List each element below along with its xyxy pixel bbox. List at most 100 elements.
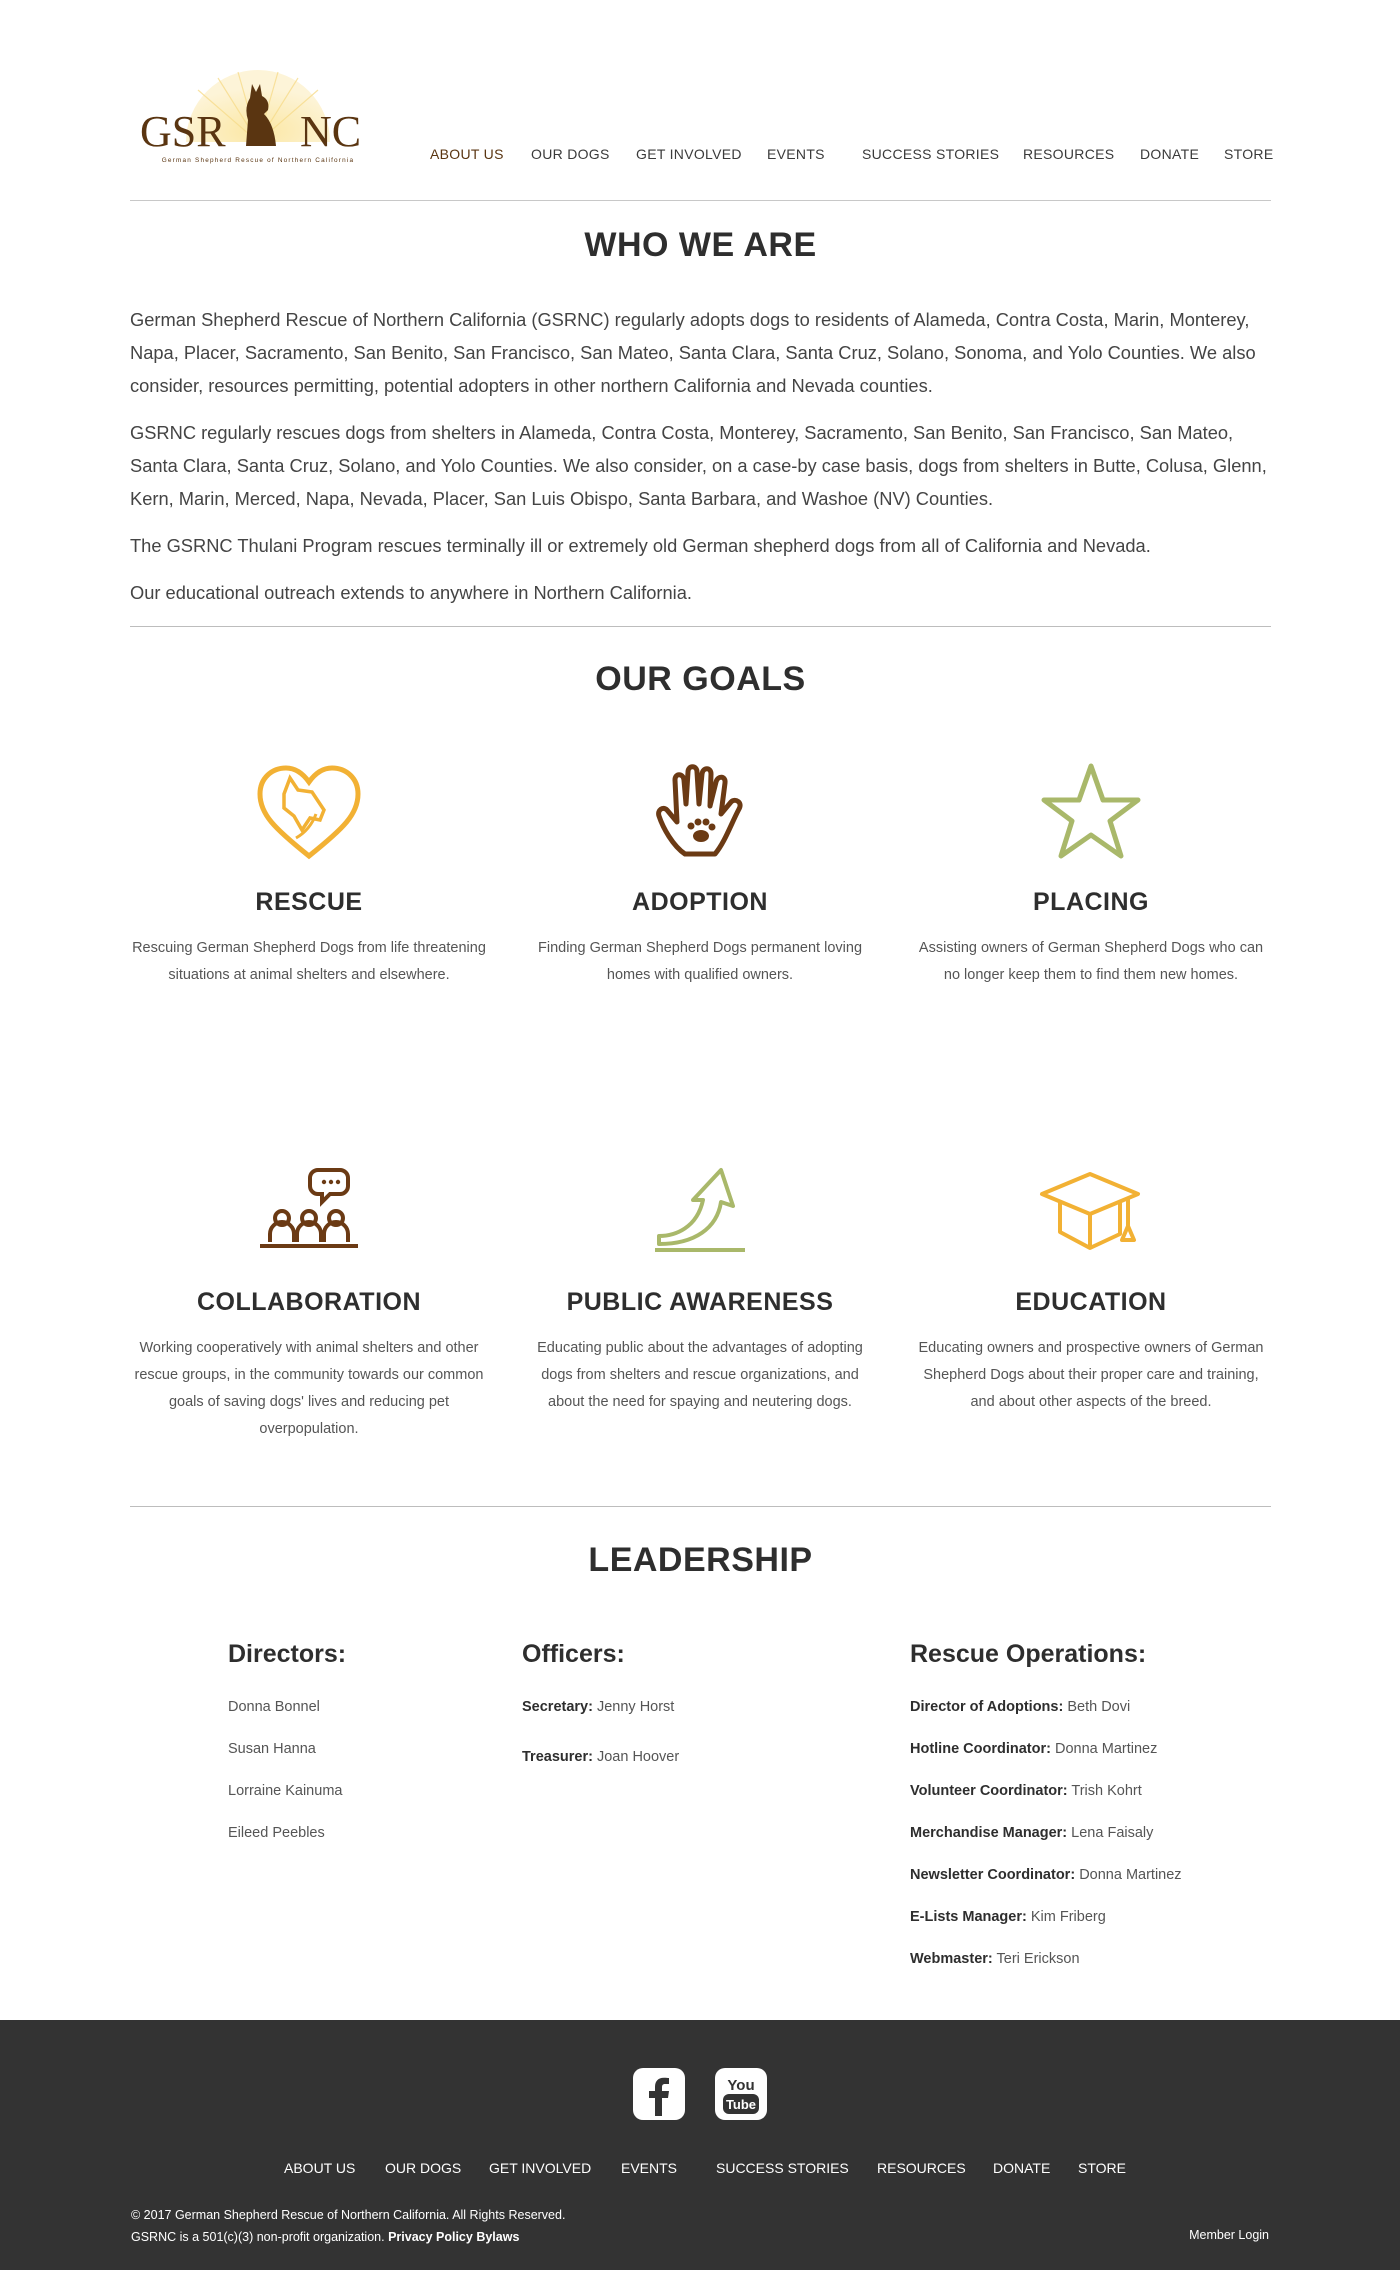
goal-rescue: RESCUE Rescuing German Shepherd Dogs fro… (131, 758, 487, 989)
footer-nav-about-us[interactable]: ABOUT US (284, 2160, 355, 2176)
graduation-cap-icon (1040, 1172, 1140, 1250)
main-nav: ABOUT US OUR DOGS GET INVOLVED EVENTS SU… (130, 146, 1273, 166)
nav-events[interactable]: EVENTS (767, 146, 825, 162)
officer-role: Secretary: (522, 1699, 593, 1715)
goal-placing: PLACING Assisting owners of German Sheph… (913, 758, 1269, 989)
rescue-ops-name: Donna Martinez (1055, 1741, 1158, 1757)
goal-title: COLLABORATION (196, 1288, 422, 1316)
bylaws-link[interactable]: Bylaws (476, 2230, 519, 2244)
director-name: Eileed Peebles (228, 1825, 325, 1841)
officer-row: Treasurer: Joan Hoover (522, 1747, 862, 1789)
rescue-ops-role: Webmaster: (910, 1951, 993, 1967)
rescue-ops-name: Teri Erickson (996, 1951, 1080, 1967)
youtube-top-text: You (727, 2077, 754, 2094)
officer-row: Secretary: Jenny Horst (522, 1697, 862, 1747)
rescue-ops-name: Lena Faisaly (1071, 1825, 1154, 1841)
member-login-link[interactable]: Member Login (1189, 2228, 1269, 2242)
section-divider (130, 1506, 1271, 1507)
goal-title: PLACING (1033, 888, 1149, 916)
section-divider (130, 626, 1271, 627)
rescue-ops-row: E-Lists Manager: Kim Friberg (910, 1907, 1270, 1949)
rescue-ops-row: Newsletter Coordinator: Donna Martinez (910, 1865, 1270, 1907)
youtube-icon[interactable]: You Tube (715, 2068, 767, 2120)
officer-name: Jenny Horst (596, 1699, 675, 1715)
footer-nav-success-stories[interactable]: SUCCESS STORIES (716, 2160, 849, 2176)
goal-title: RESCUE (255, 888, 363, 916)
director-name: Susan Hanna (228, 1741, 316, 1757)
rescue-ops-role: Director of Adoptions: (910, 1699, 1064, 1715)
site-header: GSR NC German Shepherd Rescue of Norther… (130, 0, 1273, 201)
footer-nav-donate[interactable]: DONATE (993, 2160, 1050, 2176)
nav-get-involved[interactable]: GET INVOLVED (636, 146, 742, 162)
officer-role: Treasurer: (522, 1749, 593, 1765)
footer-nav-get-involved[interactable]: GET INVOLVED (489, 2160, 591, 2176)
nonprofit-line: GSRNC is a 501(c)(3) non-profit organiza… (131, 2230, 519, 2244)
officers-column: Officers: Secretary: Jenny Horst Treasur… (522, 1640, 862, 1789)
footer-nav-store[interactable]: STORE (1078, 2160, 1126, 2176)
goal-description: Working cooperatively with animal shelte… (134, 1340, 484, 1437)
goal-title: PUBLIC AWARENESS (566, 1288, 834, 1316)
director-name: Donna Bonnel (228, 1699, 320, 1715)
copyright-text: © 2017 German Shepherd Rescue of Norther… (131, 2208, 566, 2222)
hand-paw-icon (656, 764, 743, 857)
goal-title: ADOPTION (632, 888, 768, 916)
footer-nav-our-dogs[interactable]: OUR DOGS (385, 2160, 461, 2176)
nav-our-dogs[interactable]: OUR DOGS (531, 146, 610, 162)
nav-donate[interactable]: DONATE (1140, 146, 1199, 162)
heart-dog-icon (257, 765, 361, 860)
rescue-ops-name: Donna Martinez (1079, 1867, 1182, 1883)
footer-nav-events[interactable]: EVENTS (621, 2160, 677, 2176)
officers-heading: Officers: (522, 1640, 625, 1668)
rescue-operations-column: Rescue Operations: Director of Adoptions… (910, 1640, 1270, 1991)
who-we-are-paragraph-3: The GSRNC Thulani Program rescues termin… (130, 535, 1151, 556)
goal-description: Finding German Shepherd Dogs permanent l… (537, 940, 863, 983)
directors-column: Directors: Donna Bonnel Susan Hanna Lorr… (228, 1640, 478, 1865)
leadership-title: LEADERSHIP (588, 1541, 813, 1579)
who-we-are-title: WHO WE ARE (584, 226, 817, 264)
rescue-ops-role: Volunteer Coordinator: (910, 1783, 1068, 1799)
nonprofit-text: GSRNC is a 501(c)(3) non-profit organiza… (131, 2230, 385, 2244)
rescue-ops-row: Webmaster: Teri Erickson (910, 1949, 1270, 1991)
footer-nav: ABOUT US OUR DOGS GET INVOLVED EVENTS SU… (0, 2160, 1400, 2180)
goal-description: Educating public about the advantages of… (537, 1340, 863, 1410)
goal-collaboration: COLLABORATION Working cooperatively with… (131, 1158, 487, 1443)
footer-nav-resources[interactable]: RESOURCES (877, 2160, 966, 2176)
nav-about-us[interactable]: ABOUT US (430, 146, 504, 162)
who-we-are-paragraph-4: Our educational outreach extends to anyw… (130, 582, 692, 603)
goal-description: Rescuing German Shepherd Dogs from life … (132, 940, 486, 983)
our-goals-title: OUR GOALS (595, 660, 806, 698)
privacy-policy-link[interactable]: Privacy Policy (388, 2230, 473, 2244)
site-footer: You Tube ABOUT US OUR DOGS GET INVOLVED … (0, 2020, 1400, 2270)
rescue-ops-role: Newsletter Coordinator: (910, 1867, 1076, 1883)
rescue-ops-name: Beth Dovi (1067, 1699, 1131, 1715)
rescue-ops-row: Director of Adoptions: Beth Dovi (910, 1697, 1270, 1739)
who-we-are-paragraph-2: GSRNC regularly rescues dogs from shelte… (130, 422, 1267, 509)
officer-name: Joan Hoover (596, 1749, 680, 1765)
rescue-ops-row: Merchandise Manager: Lena Faisaly (910, 1823, 1270, 1865)
director-name: Lorraine Kainuma (228, 1783, 343, 1799)
rescue-ops-row: Volunteer Coordinator: Trish Kohrt (910, 1781, 1270, 1823)
arrow-up-icon (655, 1168, 745, 1252)
goal-public-awareness: PUBLIC AWARENESS Educating public about … (522, 1158, 878, 1416)
nav-resources[interactable]: RESOURCES (1023, 146, 1114, 162)
nav-store[interactable]: STORE (1224, 146, 1273, 162)
youtube-bottom-text: Tube (726, 2097, 756, 2112)
people-chat-icon (260, 1168, 358, 1248)
rescue-ops-role: E-Lists Manager: (910, 1909, 1027, 1925)
goal-adoption: ADOPTION Finding German Shepherd Dogs pe… (522, 758, 878, 989)
who-we-are-paragraph-1: German Shepherd Rescue of Northern Calif… (130, 309, 1256, 396)
rescue-ops-name: Kim Friberg (1030, 1909, 1106, 1925)
rescue-ops-role: Hotline Coordinator: (910, 1741, 1051, 1757)
facebook-glyph (649, 2077, 669, 2116)
nav-success-stories[interactable]: SUCCESS STORIES (862, 146, 999, 162)
goal-title: EDUCATION (1015, 1288, 1167, 1316)
facebook-icon[interactable] (633, 2068, 685, 2120)
rescue-ops-name: Trish Kohrt (1071, 1783, 1142, 1799)
goal-education: EDUCATION Educating owners and prospecti… (913, 1158, 1269, 1416)
rescue-ops-role: Merchandise Manager: (910, 1825, 1068, 1841)
goal-description: Educating owners and prospective owners … (918, 1340, 1264, 1410)
directors-heading: Directors: (228, 1640, 347, 1668)
goal-description: Assisting owners of German Shepherd Dogs… (918, 940, 1264, 983)
star-icon (1041, 763, 1141, 859)
rescue-operations-heading: Rescue Operations: (910, 1640, 1147, 1668)
